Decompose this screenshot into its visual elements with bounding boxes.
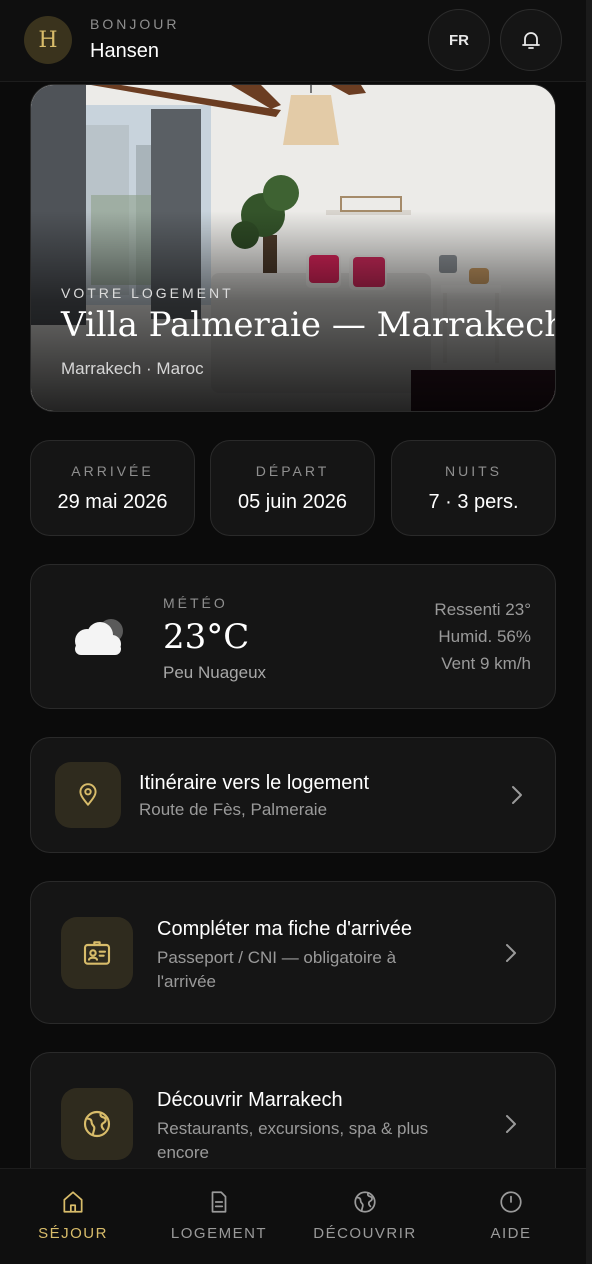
departure-card: DÉPART 05 juin 2026 <box>210 440 375 536</box>
weather-feels-like: Ressenti 23° <box>434 600 531 619</box>
weather-description: Peu Nuageux <box>163 663 267 682</box>
nights-value: 7 · 3 pers. <box>428 491 519 513</box>
checkin-title: Compléter ma fiche d'arrivée <box>157 918 413 940</box>
clock-icon <box>500 1191 522 1213</box>
cloud-icon <box>75 619 123 655</box>
departure-label: DÉPART <box>255 463 330 479</box>
home-icon <box>63 1191 83 1213</box>
nights-label: NUITS <box>445 463 502 479</box>
hero-kicker: VOTRE LOGEMENT <box>61 285 234 301</box>
globe-icon <box>83 1110 111 1138</box>
chevron-right-icon <box>506 1115 516 1133</box>
tab-sejour-label: SÉJOUR <box>38 1225 108 1242</box>
discover-title: Découvrir Marrakech <box>157 1089 343 1111</box>
tab-decouvrir-label: DÉCOUVRIR <box>313 1225 417 1242</box>
user-name: Hansen <box>90 40 159 62</box>
bottom-tab-bar: SÉJOUR LOGEMENT DÉCOUVRIR AIDE <box>0 1168 586 1264</box>
nights-card: NUITS 7 · 3 pers. <box>391 440 556 536</box>
tab-aide-label: AIDE <box>490 1225 532 1242</box>
document-icon <box>211 1191 227 1213</box>
checkin-icon-tile <box>61 917 133 989</box>
departure-value: 05 juin 2026 <box>238 491 347 513</box>
weather-humidity: Humid. 56% <box>438 627 531 646</box>
weather-wind: Vent 9 km/h <box>441 654 531 673</box>
globe-icon <box>354 1191 376 1213</box>
arrival-value: 29 mai 2026 <box>57 491 168 513</box>
tab-sejour[interactable]: SÉJOUR <box>0 1169 146 1264</box>
tab-logement-label: LOGEMENT <box>170 1225 268 1242</box>
directions-title: Itinéraire vers le logement <box>139 772 370 794</box>
chevron-right-icon <box>506 944 516 962</box>
notifications-button[interactable] <box>500 9 562 71</box>
discover-subtitle-line2: encore <box>157 1143 209 1162</box>
arrival-label: ARRIVÉE <box>71 463 154 479</box>
checkin-subtitle-line2: l'arrivée <box>157 972 216 991</box>
property-location: Marrakech · Maroc <box>61 359 204 378</box>
checkin-form-card[interactable]: Compléter ma fiche d'arrivée Passeport /… <box>30 881 556 1024</box>
map-pin-icon <box>79 783 97 806</box>
property-hero-card[interactable]: VOTRE LOGEMENT Villa Palmeraie — Marrake… <box>30 84 556 412</box>
chevron-right-icon <box>512 786 522 804</box>
bell-icon <box>522 32 540 49</box>
language-button[interactable]: FR <box>428 9 490 71</box>
weather-card: MÉTÉO 23°C Peu Nuageux Ressenti 23° Humi… <box>30 564 556 709</box>
tab-logement[interactable]: LOGEMENT <box>146 1169 292 1264</box>
weather-label: MÉTÉO <box>163 595 228 611</box>
weather-temperature: 23°C <box>163 617 250 657</box>
avatar[interactable]: H <box>24 16 72 64</box>
directions-subtitle: Route de Fès, Palmeraie <box>139 800 328 819</box>
checkin-subtitle-line1: Passeport / CNI — obligatoire à <box>157 948 397 967</box>
discover-icon-tile <box>61 1088 133 1160</box>
id-card-icon <box>83 941 111 965</box>
tab-decouvrir[interactable]: DÉCOUVRIR <box>292 1169 438 1264</box>
directions-icon-tile <box>55 762 121 828</box>
app-header: H BONJOUR Hansen FR <box>0 0 586 82</box>
greeting-label: BONJOUR <box>90 16 180 32</box>
directions-card[interactable]: Itinéraire vers le logement Route de Fès… <box>30 737 556 853</box>
scrollbar[interactable] <box>586 0 592 1264</box>
discover-subtitle-line1: Restaurants, excursions, spa & plus <box>157 1119 429 1138</box>
property-title: Villa Palmeraie — Marrakech <box>61 305 556 345</box>
arrival-card: ARRIVÉE 29 mai 2026 <box>30 440 195 536</box>
tab-aide[interactable]: AIDE <box>438 1169 584 1264</box>
